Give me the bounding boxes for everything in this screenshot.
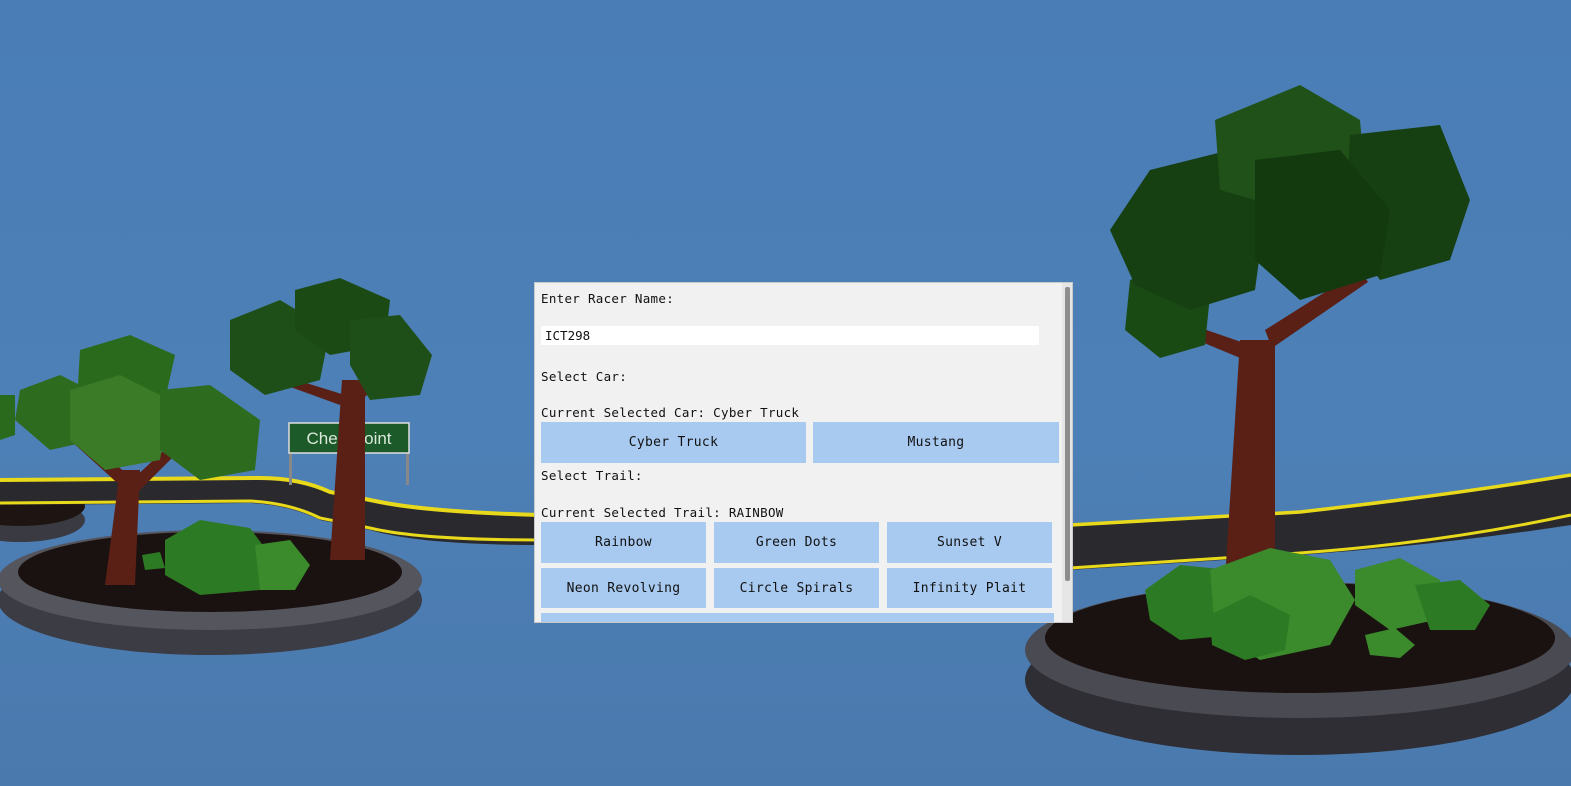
current-trail-label: Current Selected Trail: RAINBOW: [541, 505, 784, 520]
racer-setup-menu: Enter Racer Name: Select Car: Current Se…: [534, 282, 1073, 623]
trail-button-sunset-v[interactable]: Sunset V: [887, 522, 1052, 563]
trail-button-circle-spirals[interactable]: Circle Spirals: [714, 568, 879, 608]
current-car-label: Current Selected Car: Cyber Truck: [541, 405, 800, 420]
next-button-row: [541, 613, 1054, 622]
trail-button-green-dots[interactable]: Green Dots: [714, 522, 879, 563]
menu-scrollbar-thumb[interactable]: [1065, 287, 1070, 581]
select-car-label: Select Car:: [541, 369, 628, 384]
trail-button-infinity-plait[interactable]: Infinity Plait: [887, 568, 1052, 608]
car-button-cyber-truck[interactable]: Cyber Truck: [541, 422, 806, 463]
menu-scrollbar[interactable]: [1062, 283, 1072, 622]
car-button-mustang[interactable]: Mustang: [813, 422, 1059, 463]
trail-button-neon-revolving[interactable]: Neon Revolving: [541, 568, 706, 608]
race-track-right: [1069, 473, 1571, 570]
racer-name-input[interactable]: [541, 326, 1039, 345]
racer-name-label: Enter Racer Name:: [541, 291, 675, 306]
trail-button-rainbow[interactable]: Rainbow: [541, 522, 706, 563]
select-trail-label: Select Trail:: [541, 468, 643, 483]
